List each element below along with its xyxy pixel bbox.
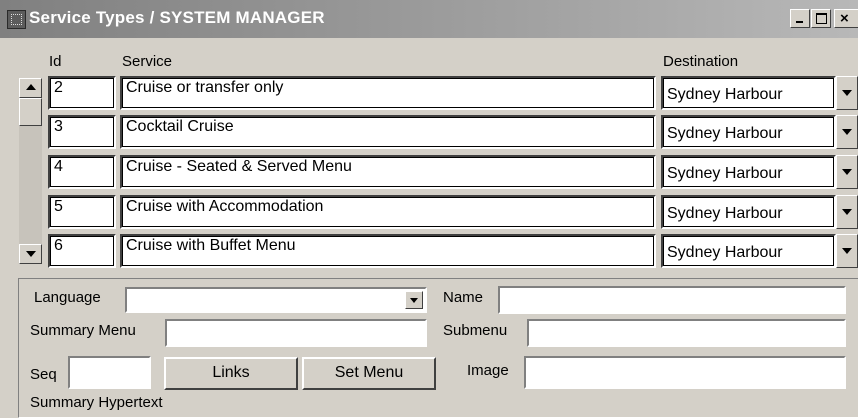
- destination-select[interactable]: Sydney Harbour: [661, 76, 836, 110]
- window-title: Service Types / SYSTEM MANAGER: [29, 8, 325, 27]
- seq-label: Seq: [30, 366, 57, 383]
- set-menu-button[interactable]: Set Menu: [302, 357, 436, 390]
- destination-select[interactable]: Sydney Harbour: [661, 115, 836, 149]
- submenu-label: Submenu: [443, 322, 508, 339]
- service-cell[interactable]: Cruise or transfer only: [120, 76, 656, 110]
- destination-select[interactable]: Sydney Harbour: [661, 155, 836, 189]
- destination-select[interactable]: Sydney Harbour: [661, 195, 836, 229]
- table-row[interactable]: 4 Cruise - Seated & Served Menu Sydney H…: [0, 155, 858, 193]
- id-cell[interactable]: 6: [48, 234, 116, 268]
- destination-dropdown-button[interactable]: [836, 234, 858, 268]
- service-cell[interactable]: Cocktail Cruise: [120, 115, 656, 149]
- minimize-button[interactable]: [790, 9, 810, 28]
- service-cell[interactable]: Cruise with Accommodation: [120, 195, 656, 229]
- close-icon: ×: [840, 10, 849, 27]
- service-cell[interactable]: Cruise - Seated & Served Menu: [120, 155, 656, 189]
- links-button[interactable]: Links: [164, 357, 298, 390]
- chevron-down-icon: [842, 169, 852, 175]
- chevron-down-icon: [842, 90, 852, 96]
- summary-menu-field[interactable]: [165, 319, 427, 347]
- table-row[interactable]: 3 Cocktail Cruise Sydney Harbour: [0, 115, 858, 153]
- column-header-destination: Destination: [663, 53, 739, 70]
- image-label: Image: [467, 362, 509, 379]
- destination-dropdown-button[interactable]: [836, 115, 858, 149]
- column-header-id: Id: [49, 53, 62, 70]
- id-cell[interactable]: 3: [48, 115, 116, 149]
- submenu-field[interactable]: [527, 319, 846, 347]
- chevron-down-icon: [842, 129, 852, 135]
- app-icon[interactable]: [7, 10, 26, 29]
- title-bar: Service Types / SYSTEM MANAGER ×: [0, 0, 858, 38]
- name-field[interactable]: [498, 286, 846, 314]
- destination-dropdown-button[interactable]: [836, 195, 858, 229]
- destination-dropdown-button[interactable]: [836, 76, 858, 110]
- name-label: Name: [443, 289, 484, 306]
- service-cell[interactable]: Cruise with Buffet Menu: [120, 234, 656, 268]
- image-field[interactable]: [524, 356, 846, 389]
- language-dropdown-button[interactable]: [405, 291, 423, 309]
- chevron-down-icon: [410, 298, 418, 303]
- seq-field[interactable]: [68, 356, 151, 389]
- destination-dropdown-button[interactable]: [836, 155, 858, 189]
- column-header-service: Service: [122, 53, 173, 70]
- destination-select[interactable]: Sydney Harbour: [661, 234, 836, 268]
- chevron-down-icon: [842, 209, 852, 215]
- id-cell[interactable]: 5: [48, 195, 116, 229]
- summary-menu-label: Summary Menu: [30, 322, 136, 339]
- maximize-button[interactable]: [811, 9, 831, 28]
- id-cell[interactable]: 4: [48, 155, 116, 189]
- table-row[interactable]: 2 Cruise or transfer only Sydney Harbour: [0, 76, 858, 114]
- language-select[interactable]: [125, 287, 427, 313]
- id-cell[interactable]: 2: [48, 76, 116, 110]
- chevron-down-icon: [842, 248, 852, 254]
- close-button[interactable]: ×: [834, 9, 858, 28]
- language-label: Language: [34, 289, 101, 306]
- table-row[interactable]: 6 Cruise with Buffet Menu Sydney Harbour: [0, 234, 858, 272]
- table-row[interactable]: 5 Cruise with Accommodation Sydney Harbo…: [0, 195, 858, 233]
